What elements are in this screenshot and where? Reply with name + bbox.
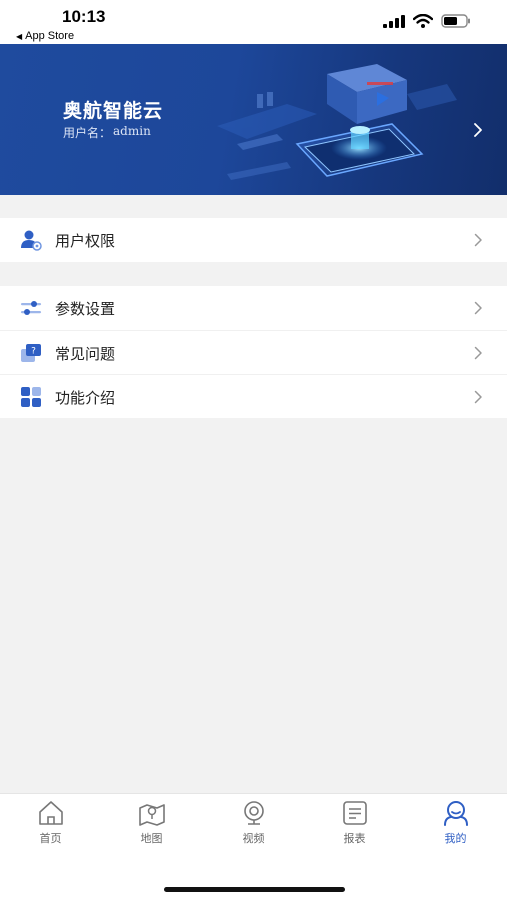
status-time: 10:13 [62, 7, 106, 26]
user-permission-icon [21, 230, 42, 251]
chevron-right-icon [474, 390, 482, 404]
question-chat-icon: ? [21, 344, 41, 362]
tab-report[interactable]: 报表 [304, 794, 405, 854]
back-to-app-store-label: App Store [25, 30, 75, 42]
back-to-app-store[interactable]: ◀ App Store [16, 30, 74, 42]
username-prefix: 用户名： [63, 126, 112, 140]
back-triangle-icon: ◀ [16, 31, 23, 41]
settings-group-1: 用户权限 [0, 218, 507, 262]
menu-item-label: 功能介绍 [55, 389, 116, 407]
home-indicator[interactable] [164, 887, 345, 892]
chevron-right-icon [474, 346, 482, 360]
username-line: 用户名： admin [63, 124, 151, 141]
menu-item-user-permissions[interactable]: 用户权限 [0, 218, 507, 262]
tab-label: 我的 [444, 832, 467, 845]
sliders-icon [21, 301, 41, 315]
tab-video[interactable]: 视频 [203, 794, 304, 854]
settings-group-2: 参数设置 ? 常见问题 功能介绍 [0, 286, 507, 418]
app-name: 奥航智能云 [63, 100, 164, 122]
tab-label: 视频 [242, 832, 265, 845]
camera-icon [244, 801, 264, 825]
svg-text:?: ? [31, 347, 36, 357]
bottom-tab-bar: 首页 地图 视频 报表 我的 [0, 793, 507, 900]
tab-label: 报表 [343, 832, 366, 845]
cellular-signal-icon [383, 14, 405, 28]
system-icons [383, 14, 471, 28]
menu-item-faq[interactable]: ? 常见问题 [0, 330, 507, 374]
menu-item-label: 常见问题 [55, 345, 116, 363]
menu-item-parameter-settings[interactable]: 参数设置 [0, 286, 507, 330]
tab-mine[interactable]: 我的 [405, 794, 506, 854]
chevron-right-icon [474, 233, 482, 247]
map-icon [139, 804, 165, 826]
tab-label: 首页 [39, 832, 62, 845]
chevron-right-icon [474, 123, 482, 137]
tab-home[interactable]: 首页 [0, 794, 101, 854]
banner-illustration [217, 64, 457, 180]
profile-banner[interactable]: 奥航智能云 用户名： admin [0, 44, 507, 195]
username-value: admin [113, 124, 151, 138]
menu-item-label: 用户权限 [55, 232, 116, 250]
report-icon [343, 801, 367, 825]
grid-apps-icon [21, 387, 41, 407]
chevron-right-icon [474, 301, 482, 315]
tab-label: 地图 [140, 832, 163, 845]
home-icon [39, 801, 63, 825]
battery-icon [441, 14, 470, 28]
wifi-icon [413, 14, 433, 28]
status-bar: 10:13 ◀ App Store [0, 0, 507, 44]
profile-icon [444, 801, 468, 826]
tab-map[interactable]: 地图 [101, 794, 202, 854]
menu-item-feature-intro[interactable]: 功能介绍 [0, 374, 507, 418]
menu-item-label: 参数设置 [55, 300, 116, 318]
